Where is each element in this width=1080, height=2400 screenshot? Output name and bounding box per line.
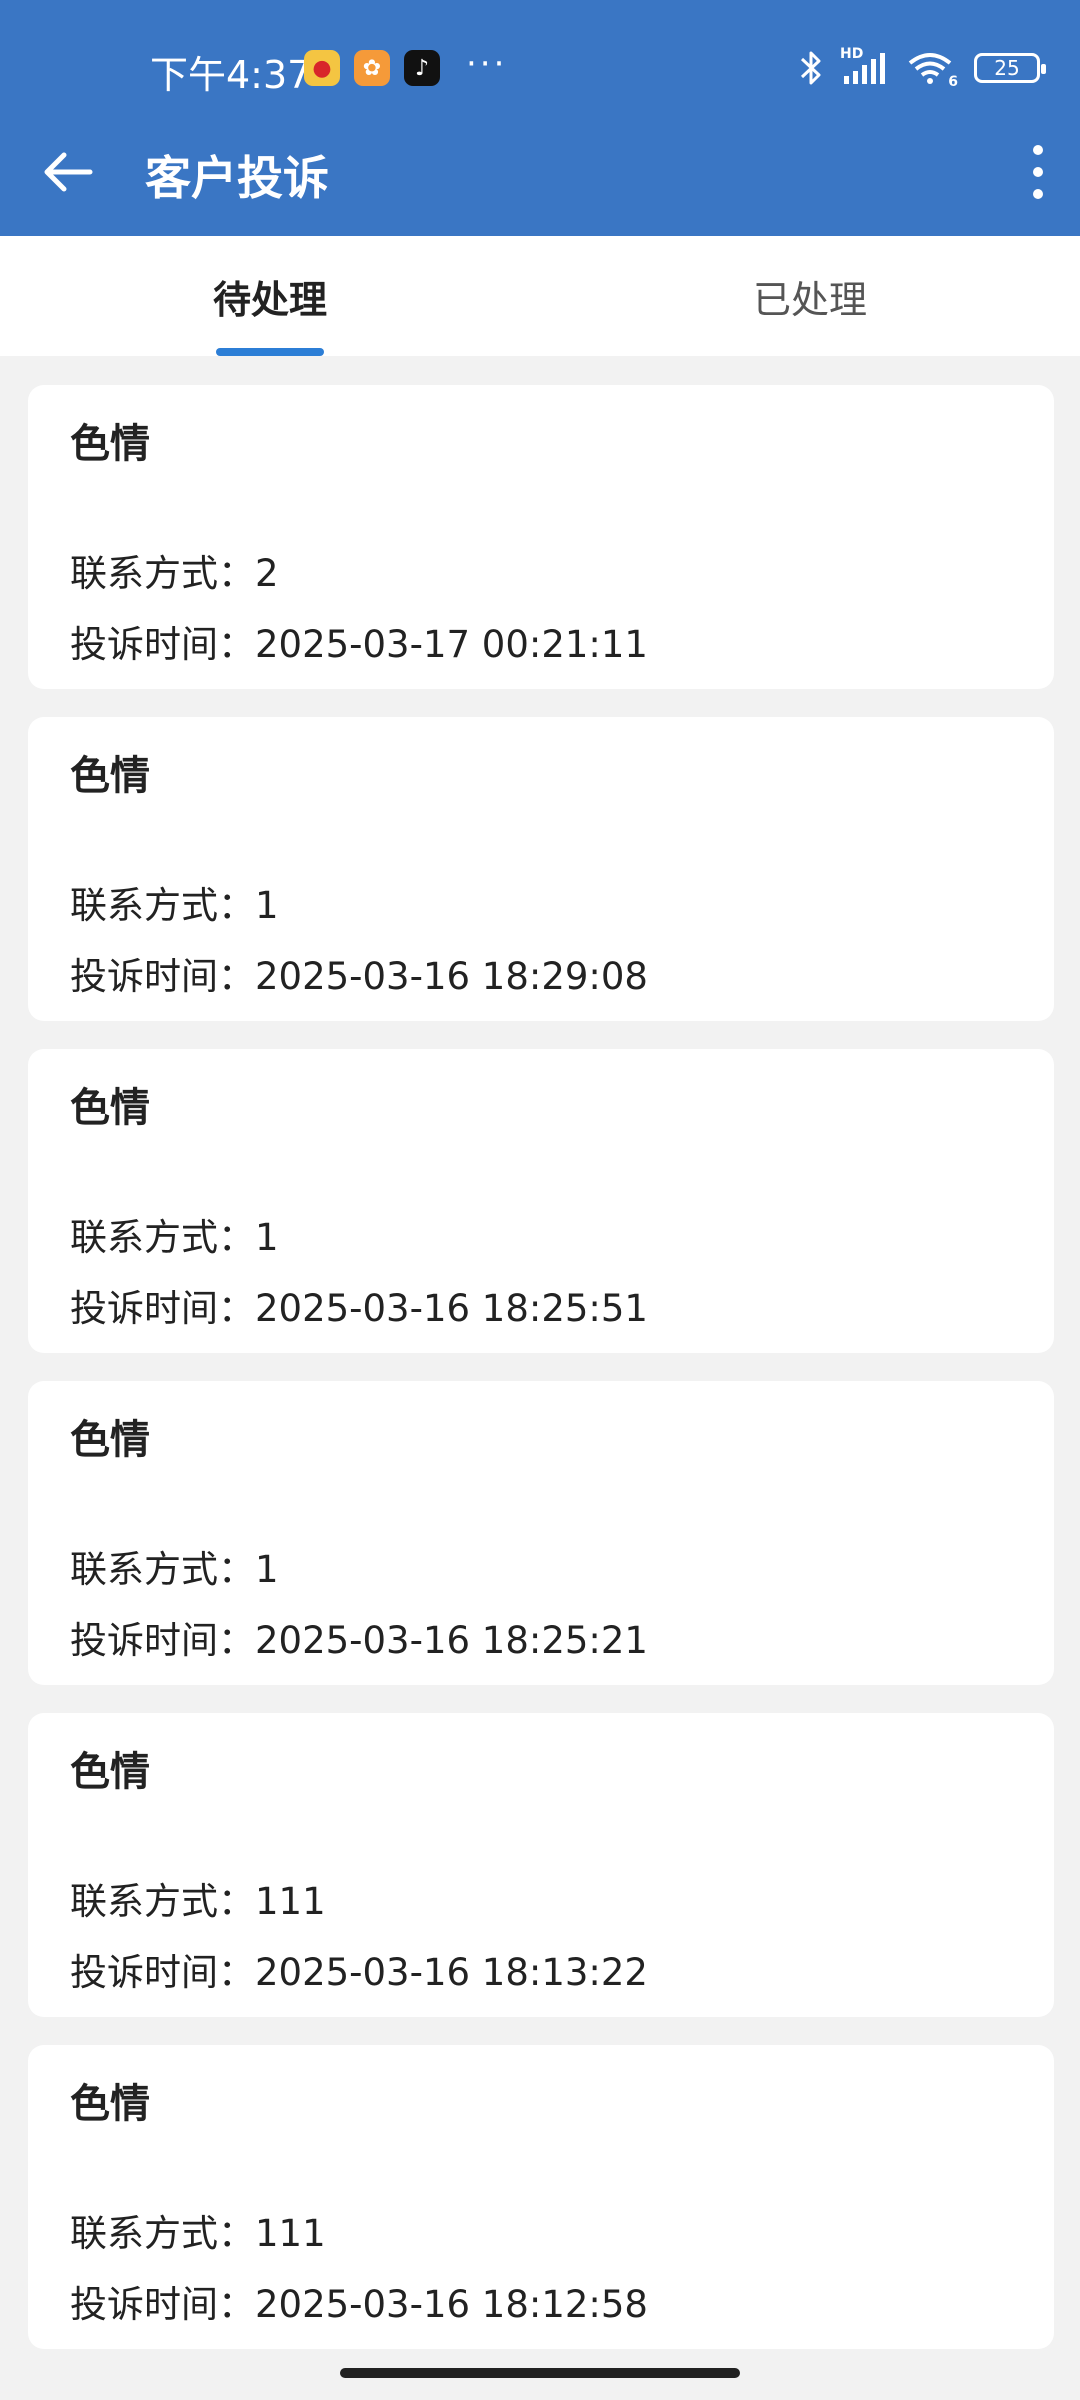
time-value: 2025-03-16 18:29:08	[255, 955, 648, 998]
complaint-type: 色情	[70, 2081, 150, 2127]
complaint-card[interactable]: 色情 联系方式：1 投诉时间：2025-03-16 18:29:08	[28, 717, 1054, 1021]
xiaohongshu-icon: ✿	[354, 50, 390, 86]
wifi-label: 6	[948, 74, 958, 90]
tab-processed[interactable]: 已处理	[540, 236, 1080, 356]
notification-icons: ● ✿ ♪	[304, 50, 440, 86]
contact-label: 联系方式：	[70, 2212, 255, 2255]
more-options-button[interactable]	[1010, 134, 1066, 210]
bluetooth-icon	[800, 51, 821, 85]
tab-indicator	[216, 348, 324, 356]
contact-row: 联系方式：111	[70, 1871, 326, 1925]
more-notifications-icon: ···	[466, 44, 508, 84]
tiktok-icon: ♪	[404, 50, 440, 86]
contact-value: 1	[255, 1548, 279, 1591]
time-value: 2025-03-16 18:12:58	[255, 2283, 648, 2326]
contact-label: 联系方式：	[70, 1880, 255, 1923]
time-row: 投诉时间：2025-03-16 18:13:22	[70, 1942, 648, 1996]
weibo-icon: ●	[304, 50, 340, 86]
contact-value: 1	[255, 884, 279, 927]
contact-value: 111	[255, 1880, 326, 1923]
time-label: 投诉时间：	[70, 2283, 255, 2326]
signal-icon: HD	[840, 46, 890, 86]
wifi-icon: 6	[906, 50, 958, 90]
tab-pending[interactable]: 待处理	[0, 236, 540, 356]
time-row: 投诉时间：2025-03-16 18:29:08	[70, 946, 648, 1000]
time-label: 投诉时间：	[70, 623, 255, 666]
contact-row: 联系方式：1	[70, 1539, 279, 1593]
complaint-type: 色情	[70, 421, 150, 467]
contact-label: 联系方式：	[70, 1548, 255, 1591]
contact-label: 联系方式：	[70, 1216, 255, 1259]
network-label: HD	[840, 46, 864, 62]
time-label: 投诉时间：	[70, 1287, 255, 1330]
time-label: 投诉时间：	[70, 955, 255, 998]
time-row: 投诉时间：2025-03-16 18:25:51	[70, 1278, 648, 1332]
time-value: 2025-03-16 18:25:21	[255, 1619, 648, 1662]
contact-row: 联系方式：1	[70, 875, 279, 929]
complaint-card[interactable]: 色情 联系方式：1 投诉时间：2025-03-16 18:25:21	[28, 1381, 1054, 1685]
time-row: 投诉时间：2025-03-16 18:12:58	[70, 2274, 648, 2328]
page-title: 客户投诉	[145, 151, 329, 205]
back-button[interactable]	[30, 134, 106, 210]
time-value: 2025-03-17 00:21:11	[255, 623, 648, 666]
time-row: 投诉时间：2025-03-17 00:21:11	[70, 614, 648, 668]
tab-bar: 待处理 已处理	[0, 236, 1080, 356]
contact-row: 联系方式：2	[70, 543, 279, 597]
contact-row: 联系方式：111	[70, 2203, 326, 2257]
time-value: 2025-03-16 18:25:51	[255, 1287, 648, 1330]
complaint-type: 色情	[70, 753, 150, 799]
app-bar: 客户投诉	[0, 112, 1080, 236]
complaint-type: 色情	[70, 1749, 150, 1795]
contact-value: 1	[255, 1216, 279, 1259]
tab-label: 已处理	[752, 277, 867, 322]
contact-row: 联系方式：1	[70, 1207, 279, 1261]
time-value: 2025-03-16 18:13:22	[255, 1951, 648, 1994]
more-vertical-icon	[1033, 145, 1043, 199]
complaint-type: 色情	[70, 1417, 150, 1463]
contact-value: 2	[255, 552, 279, 595]
status-bar: 下午4:37 ● ✿ ♪ ··· HD 6 25	[0, 0, 1080, 112]
tab-label: 待处理	[212, 277, 327, 322]
time-label: 投诉时间：	[70, 1951, 255, 1994]
arrow-left-icon	[44, 152, 93, 192]
complaint-list: 色情 联系方式：2 投诉时间：2025-03-17 00:21:11 色情 联系…	[28, 385, 1054, 2377]
home-gesture-bar[interactable]	[340, 2368, 740, 2378]
time-row: 投诉时间：2025-03-16 18:25:21	[70, 1610, 648, 1664]
complaint-card[interactable]: 色情 联系方式：1 投诉时间：2025-03-16 18:25:51	[28, 1049, 1054, 1353]
battery-icon: 25	[974, 53, 1046, 83]
status-time: 下午4:37	[150, 53, 312, 97]
complaint-card[interactable]: 色情 联系方式：111 投诉时间：2025-03-16 18:12:58	[28, 2045, 1054, 2349]
contact-label: 联系方式：	[70, 552, 255, 595]
contact-label: 联系方式：	[70, 884, 255, 927]
complaint-type: 色情	[70, 1085, 150, 1131]
status-indicators: HD 6 25	[798, 46, 1046, 90]
contact-value: 111	[255, 2212, 326, 2255]
time-label: 投诉时间：	[70, 1619, 255, 1662]
battery-level: 25	[994, 56, 1020, 80]
complaint-card[interactable]: 色情 联系方式：111 投诉时间：2025-03-16 18:13:22	[28, 1713, 1054, 2017]
complaint-card[interactable]: 色情 联系方式：2 投诉时间：2025-03-17 00:21:11	[28, 385, 1054, 689]
